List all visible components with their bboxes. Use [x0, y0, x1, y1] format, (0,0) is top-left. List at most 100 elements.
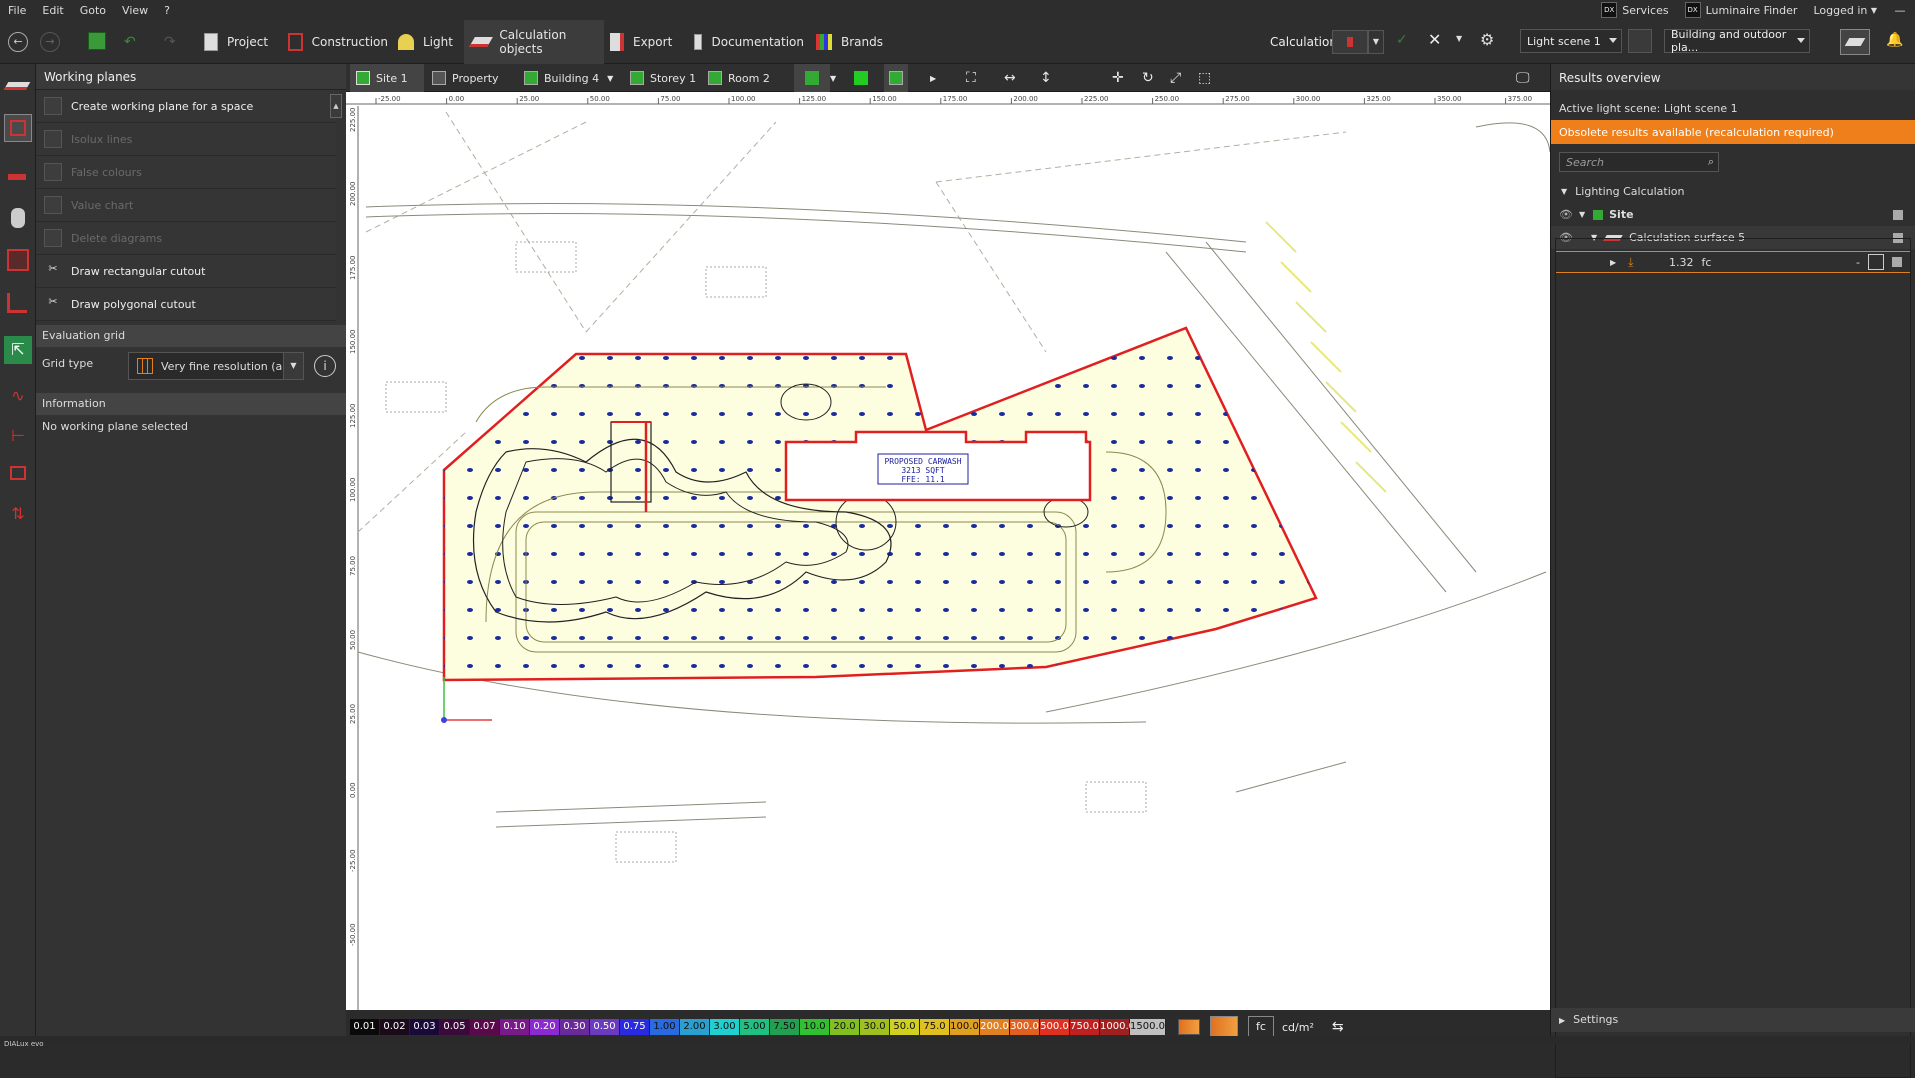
legend-toggle-icon[interactable]	[1210, 1016, 1238, 1038]
false-colours-item[interactable]: False colours	[36, 156, 336, 189]
status-bar: DIALux evo	[0, 1036, 1915, 1048]
y-tick-label: 125.00	[349, 404, 357, 429]
tab-construction[interactable]: Construction	[288, 20, 388, 64]
calculation-check-icon[interactable]: ✓	[1396, 32, 1408, 48]
light-scene-edit-button[interactable]	[1628, 29, 1652, 53]
y-tick-label: 150.00	[349, 330, 357, 355]
emergency-exit-icon[interactable]: ⇱	[4, 336, 32, 364]
box-calc-icon[interactable]	[4, 246, 32, 274]
menu-edit[interactable]: Edit	[34, 4, 71, 17]
working-plane-icon[interactable]	[3, 72, 32, 100]
settings-section[interactable]: ▶ Settings	[1551, 1008, 1915, 1032]
display-icon[interactable]: 🖵	[1516, 64, 1530, 92]
chevron-down-icon: ▼	[607, 73, 614, 83]
tab-project[interactable]: Project	[204, 20, 274, 64]
measure-horizontal-icon[interactable]: ↔	[1004, 64, 1016, 92]
unit-cd-button[interactable]: cd/m²	[1282, 1021, 1314, 1034]
view-mode-plan-button[interactable]	[794, 64, 830, 92]
x-tick-label: 175.00	[943, 95, 968, 103]
y-tick-label: 225.00	[349, 108, 357, 133]
draw-poly-cutout-item[interactable]: ✂ Draw polygonal cutout	[36, 288, 336, 321]
eye-icon[interactable]: 👁	[1559, 208, 1573, 221]
unit-fc-button[interactable]: fc	[1248, 1016, 1274, 1038]
value-chart-item[interactable]: Value chart	[36, 189, 336, 222]
gear-icon[interactable]: ⚙	[1480, 30, 1494, 49]
save-icon[interactable]	[88, 32, 106, 50]
breadcrumb-storey[interactable]: Storey 1	[630, 64, 704, 92]
tab-light[interactable]: Light	[398, 20, 458, 64]
cylinder-calc-icon[interactable]	[4, 204, 32, 232]
breadcrumb-property[interactable]: Property	[432, 64, 510, 92]
tree-lighting-calculation[interactable]: ▼ Lighting Calculation	[1551, 180, 1915, 203]
x-tick-label: 100.00	[731, 95, 756, 103]
calculation-start-button[interactable]	[1332, 30, 1368, 54]
sensor-icon[interactable]: ⊢	[4, 422, 32, 450]
draw-rect-cutout-item[interactable]: ✂ Draw rectangular cutout	[36, 255, 336, 288]
minimize-button[interactable]: —	[1885, 4, 1915, 17]
tab-brands-label: Brands	[841, 35, 883, 49]
view-mode-select[interactable]: Building and outdoor pla...	[1664, 28, 1810, 54]
active-scene-text: Active light scene: Light scene 1	[1559, 102, 1738, 115]
tab-export-label: Export	[633, 35, 673, 49]
undo-icon[interactable]: ↶	[124, 34, 136, 50]
results-panel: Results overview Active light scene: Lig…	[1550, 64, 1915, 1078]
results-search-input[interactable]: Search ⌕	[1559, 152, 1719, 172]
notification-bell-icon[interactable]: 🔔	[1886, 32, 1903, 48]
tab-calculation-objects[interactable]: Calculation objects	[464, 20, 604, 64]
redo-icon[interactable]: ↷	[164, 34, 176, 50]
select-rect-icon[interactable]: ⬚	[1198, 64, 1211, 92]
menu-help[interactable]: ?	[156, 4, 178, 17]
chevron-down-icon[interactable]: ▼	[1456, 34, 1462, 43]
rotate-icon[interactable]: ↻	[1142, 64, 1154, 92]
x-tick-label: 250.00	[1155, 95, 1180, 103]
calculation-dropdown[interactable]: ▼	[1368, 30, 1384, 54]
rect-area-icon[interactable]	[4, 460, 32, 488]
menu-view[interactable]: View	[114, 4, 156, 17]
y-tick-label: 50.00	[349, 630, 357, 650]
cancel-calculation-icon[interactable]: ✕	[1428, 30, 1441, 49]
tab-documentation[interactable]: Documentation	[694, 20, 804, 64]
chevron-right-icon[interactable]: ▶	[930, 64, 936, 92]
scale-icon[interactable]: ⤢	[1170, 64, 1181, 92]
wall-calc-icon[interactable]	[4, 290, 32, 318]
move-icon[interactable]: ✛	[1112, 64, 1124, 92]
swap-icon[interactable]: ⇆	[1332, 1019, 1344, 1035]
zoom-fit-icon[interactable]: ⛶	[966, 64, 976, 92]
plan-toggle-button[interactable]	[884, 64, 908, 92]
calculation-icon	[1347, 37, 1353, 47]
green-plan-button[interactable]	[854, 64, 874, 92]
logged-in-menu[interactable]: Logged in ▼	[1805, 4, 1885, 17]
menu-goto[interactable]: Goto	[72, 4, 114, 17]
grid-type-select[interactable]: Very fine resolution (a... ▼	[128, 352, 304, 380]
dimension-icon[interactable]: ⇅	[4, 500, 32, 528]
info-icon[interactable]: i	[314, 355, 336, 377]
checkbox-icon[interactable]	[1893, 209, 1903, 220]
plan-view-icon[interactable]	[1840, 29, 1870, 55]
glare-calc-icon[interactable]: ∿	[4, 382, 32, 410]
services-label: Services	[1622, 3, 1669, 17]
tab-brands[interactable]: Brands	[816, 20, 886, 64]
menu-file[interactable]: File	[0, 4, 34, 17]
services-button[interactable]: DX Services	[1593, 2, 1676, 18]
forward-icon[interactable]: →	[40, 32, 60, 52]
light-scene-select[interactable]: Light scene 1	[1520, 29, 1622, 53]
legend-gradient-icon[interactable]	[1178, 1019, 1200, 1035]
scroll-up-button[interactable]: ▲	[330, 94, 342, 118]
chevron-down-icon[interactable]: ▼	[830, 64, 836, 92]
plan-canvas[interactable]: -25.00 0.00 25.00 50.00 75.00 100.00 125.00 150…	[346, 92, 1550, 1020]
isolux-lines-item[interactable]: Isolux lines	[36, 123, 336, 156]
breadcrumb-site[interactable]: Site 1	[350, 64, 424, 92]
measure-vertical-icon[interactable]: ↕	[1040, 64, 1052, 92]
breadcrumb-room[interactable]: Room 2	[708, 64, 788, 92]
create-working-plane-item[interactable]: Create working plane for a space	[36, 90, 336, 123]
table-calc-icon[interactable]	[4, 164, 32, 192]
delete-diagrams-item[interactable]: Delete diagrams	[36, 222, 336, 255]
property-icon	[432, 71, 446, 85]
site-plan-drawing: -25.00 0.00 25.00 50.00 75.00 100.00 125.00 150…	[346, 92, 1550, 1020]
cube-calc-icon[interactable]	[4, 114, 32, 142]
breadcrumb-building[interactable]: Building 4 ▼	[524, 64, 616, 92]
back-icon[interactable]: ←	[8, 32, 28, 52]
tree-site[interactable]: 👁 ▼ Site	[1551, 203, 1915, 226]
luminaire-finder-button[interactable]: DX Luminaire Finder	[1677, 2, 1806, 18]
tab-export[interactable]: Export	[610, 20, 676, 64]
